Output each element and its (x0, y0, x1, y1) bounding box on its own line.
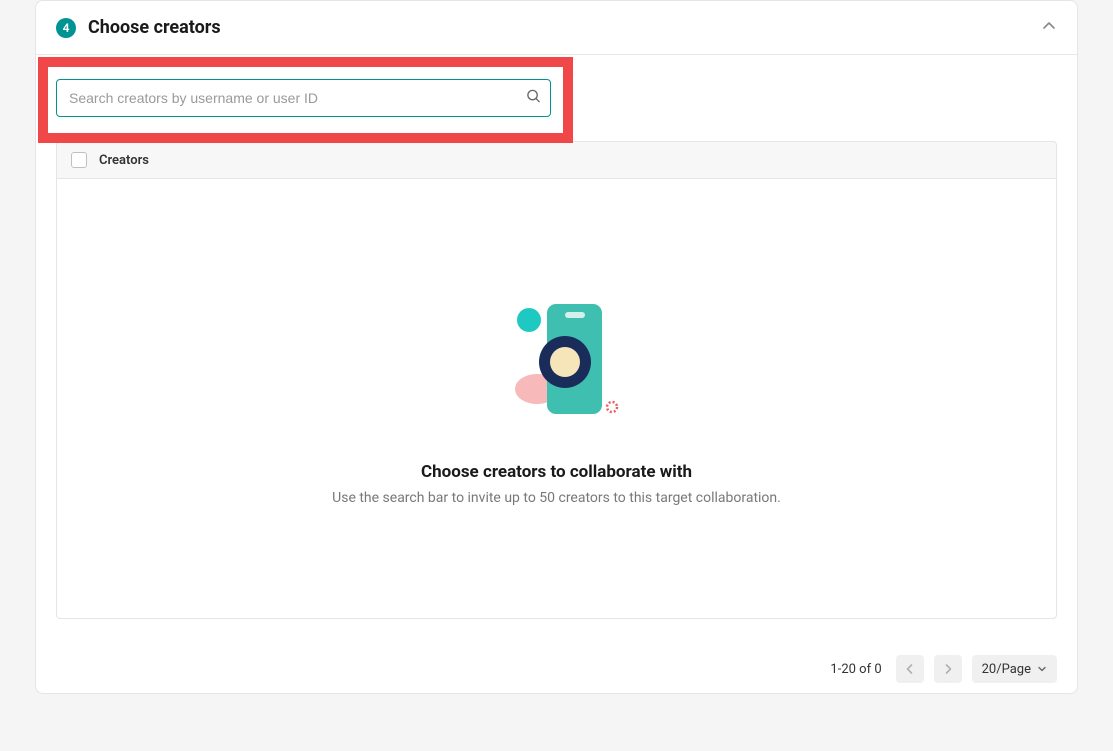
pagination: 1-20 of 0 20/Page (36, 639, 1077, 693)
search-icon[interactable] (526, 89, 541, 108)
empty-state-illustration (487, 292, 627, 432)
empty-state: Choose creators to collaborate with Use … (56, 179, 1057, 619)
step-badge: 4 (56, 18, 76, 38)
next-page-button[interactable] (934, 655, 962, 683)
creators-table: Creators (56, 141, 1057, 619)
section-header: 4 Choose creators (36, 1, 1077, 55)
empty-state-subtitle: Use the search bar to invite up to 50 cr… (332, 490, 781, 506)
page-size-select[interactable]: 20/Page (972, 655, 1057, 683)
empty-state-title: Choose creators to collaborate with (421, 462, 692, 482)
chevron-down-icon (1037, 664, 1047, 674)
table-header: Creators (56, 141, 1057, 179)
pagination-range-label: 1-20 of 0 (830, 662, 881, 677)
column-creators-label: Creators (99, 153, 149, 168)
select-all-checkbox[interactable] (71, 152, 87, 168)
page-size-label: 20/Page (982, 662, 1031, 677)
prev-page-button[interactable] (896, 655, 924, 683)
chevron-up-icon[interactable] (1041, 18, 1057, 38)
section-title: Choose creators (88, 17, 221, 38)
search-input[interactable] (56, 79, 551, 117)
chevron-right-icon (942, 663, 954, 675)
chevron-left-icon (904, 663, 916, 675)
